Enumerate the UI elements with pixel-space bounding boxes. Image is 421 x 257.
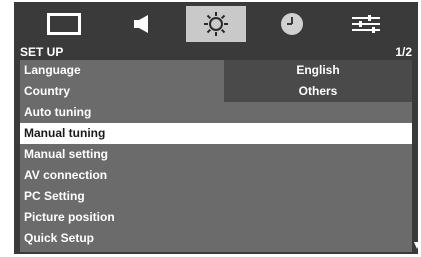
- clock-icon: [281, 13, 303, 35]
- tv-screen: SET UP 1/2 Language Country Auto tuning …: [0, 0, 421, 257]
- menu-item-label: Auto tuning: [24, 105, 92, 119]
- value-submenu: English Others: [224, 60, 412, 102]
- menu-item-label: AV connection: [24, 168, 108, 182]
- tab-sound[interactable]: [112, 6, 172, 42]
- menu-item-quick-setup[interactable]: Quick Setup: [20, 228, 412, 249]
- menu-item-av-connection[interactable]: AV connection: [20, 165, 412, 186]
- menu-item-manual-setting[interactable]: Manual setting: [20, 144, 412, 165]
- menu-item-label: Quick Setup: [24, 231, 95, 245]
- menu-item-manual-tuning[interactable]: Manual tuning: [20, 123, 412, 144]
- menu-item-label: Picture position: [24, 210, 115, 224]
- menu-item-label: Language: [24, 63, 81, 77]
- menu-item-picture-position[interactable]: Picture position: [20, 207, 412, 228]
- picture-icon: [47, 13, 81, 35]
- value-language[interactable]: English: [224, 60, 412, 81]
- value-country[interactable]: Others: [224, 81, 412, 102]
- scroll-down-arrow-icon: [414, 242, 420, 249]
- menu-item-pc-setting[interactable]: PC Setting: [20, 186, 412, 207]
- tab-timer[interactable]: [262, 6, 322, 42]
- menu-header: SET UP 1/2: [20, 44, 412, 60]
- setup-osd-panel: SET UP 1/2 Language Country Auto tuning …: [14, 2, 420, 254]
- menu-item-label: Manual tuning: [24, 126, 106, 140]
- tab-picture[interactable]: [34, 6, 94, 42]
- speaker-icon: [134, 15, 148, 33]
- menu-title: SET UP: [20, 45, 64, 59]
- page-indicator: 1/2: [395, 45, 412, 59]
- menu-item-label: PC Setting: [24, 189, 85, 203]
- gear-icon: [204, 12, 228, 36]
- setup-menu-list: Language Country Auto tuning Manual tuni…: [20, 60, 412, 252]
- sliders-icon: [352, 15, 380, 33]
- menu-item-label: Country: [24, 84, 70, 98]
- tab-setup[interactable]: [186, 6, 246, 42]
- menu-item-label: Manual setting: [24, 147, 109, 161]
- tab-options[interactable]: [336, 6, 396, 42]
- menu-icon-bar: [14, 2, 418, 44]
- menu-item-auto-tuning[interactable]: Auto tuning: [20, 102, 412, 123]
